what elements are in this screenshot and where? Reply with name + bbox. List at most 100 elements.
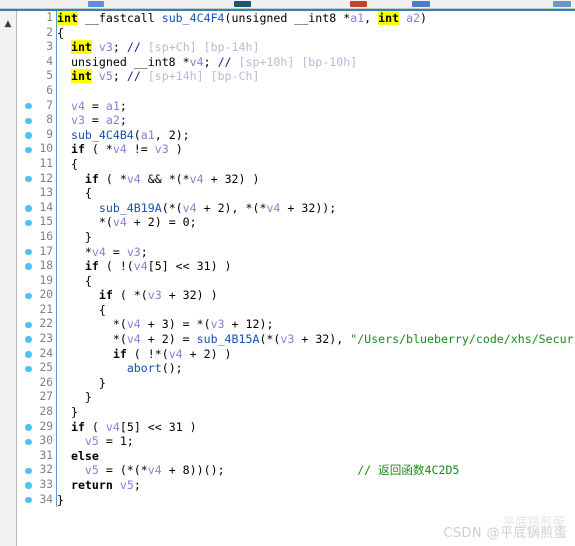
code-line[interactable]: 11 { (18, 156, 575, 172)
code-line-text[interactable]: int __fastcall sub_4C4F4(unsigned __int8… (57, 11, 427, 26)
line-number: 9 (46, 127, 53, 141)
code-line-text[interactable]: sub_4B19A(*(v4 + 2), *(*v4 + 32)); (57, 201, 336, 216)
code-line-text[interactable]: *(v4 + 2) = sub_4B15A(*(v3 + 32), "/User… (57, 332, 575, 347)
line-number: 29 (39, 419, 53, 433)
code-line[interactable]: 17 *v4 = v3; (18, 244, 575, 260)
code-line[interactable]: 7 v4 = a1; (18, 98, 575, 114)
code-line[interactable]: 26 } (18, 375, 575, 391)
navigate-icon[interactable] (234, 1, 251, 7)
code-line[interactable]: 30 v5 = 1; (18, 434, 575, 449)
line-number: 6 (46, 83, 53, 97)
line-number: 1 (46, 11, 53, 24)
window-icon[interactable] (412, 1, 430, 7)
code-line-text[interactable]: int v3; // [sp+Ch] [bp-14h] (57, 40, 259, 55)
code-line[interactable]: 6 (18, 83, 575, 99)
code-line-text[interactable]: abort(); (57, 361, 183, 376)
code-editor[interactable]: 1 int __fastcall sub_4C4F4(unsigned __int… (18, 11, 575, 546)
code-line[interactable]: 18 if ( !(v4[5] << 31) ) (18, 259, 575, 274)
line-number: 8 (46, 113, 53, 127)
code-line[interactable]: 20 if ( *(v3 + 32) ) (18, 288, 575, 303)
line-number: 10 (39, 142, 53, 156)
code-line[interactable]: 4 unsigned __int8 *v4; // [sp+10h] [bp-1… (18, 54, 575, 70)
code-line-text[interactable]: } (57, 230, 92, 245)
toolbar-strip (0, 0, 575, 9)
code-line-text[interactable]: v5 = (*(*v4 + 8))(); // 返回函数4C2D5 (57, 463, 459, 478)
code-line[interactable]: 8 v3 = a2; (18, 113, 575, 128)
line-number: 24 (39, 346, 53, 360)
code-line-text[interactable]: v5 = 1; (57, 434, 134, 449)
code-line[interactable]: 28 } (18, 405, 575, 420)
code-line-text[interactable]: } (57, 390, 92, 405)
line-number: 4 (46, 54, 53, 68)
code-line[interactable]: 10 if ( *v4 != v3 ) (18, 142, 575, 157)
code-line-text[interactable]: { (57, 303, 106, 318)
code-line-text[interactable]: if ( v4[5] << 31 ) (57, 420, 197, 435)
code-line[interactable]: 13 { (18, 186, 575, 201)
code-line[interactable]: 24 if ( !*(v4 + 2) ) (18, 346, 575, 362)
pseudocode-window: ▲ 1 int __fastcall sub_4C4F4(unsigned __i… (0, 0, 575, 546)
line-number: 5 (46, 69, 53, 83)
code-line-text[interactable]: if ( !*(v4 + 2) ) (57, 347, 232, 362)
stop-icon[interactable] (350, 1, 367, 7)
chevron-up-icon[interactable]: ▲ (3, 19, 13, 29)
code-line-text[interactable]: v4 = a1; (57, 99, 127, 114)
code-line[interactable]: 5 int v5; // [sp+14h] [bp-Ch] (18, 69, 575, 84)
line-number: 27 (39, 390, 53, 404)
code-line[interactable]: 33 return v5; (18, 478, 575, 493)
line-number: 26 (39, 375, 53, 389)
line-number: 31 (39, 448, 53, 462)
code-line[interactable]: 15 *(v4 + 2) = 0; (18, 215, 575, 230)
code-line-text[interactable]: int v5; // [sp+14h] [bp-Ch] (57, 69, 259, 84)
code-line-text[interactable]: if ( *v4 != v3 ) (57, 142, 183, 157)
code-line[interactable]: 21 { (18, 302, 575, 318)
code-line-text[interactable]: v3 = a2; (57, 113, 127, 128)
code-line-text[interactable]: if ( *v4 && *(*v4 + 32) ) (57, 172, 260, 187)
code-line[interactable]: 19 { (18, 273, 575, 289)
code-line[interactable]: 22 *(v4 + 3) = *(v3 + 12); (18, 317, 575, 333)
code-line-text[interactable]: else (57, 449, 99, 464)
code-line-text[interactable]: { (57, 274, 92, 289)
line-number: 30 (39, 434, 53, 448)
code-line-text[interactable]: { (57, 186, 92, 201)
code-line[interactable]: 16 } (18, 229, 575, 245)
code-line-text[interactable]: *(v4 + 2) = 0; (57, 215, 197, 230)
code-line-text[interactable]: unsigned __int8 *v4; // [sp+10h] [bp-10h… (57, 55, 357, 70)
code-line[interactable]: 34} (18, 492, 575, 508)
left-nav-strip[interactable]: ▲ (0, 11, 17, 546)
code-line[interactable]: 3 int v3; // [sp+Ch] [bp-14h] (18, 40, 575, 55)
code-lines-container[interactable]: 1 int __fastcall sub_4C4F4(unsigned __int… (18, 11, 575, 546)
line-number: 25 (39, 361, 53, 375)
line-number: 13 (39, 186, 53, 200)
code-line-text[interactable]: sub_4C4B4(a1, 2); (57, 128, 190, 143)
code-line-text[interactable]: { (57, 26, 64, 41)
grid-icon[interactable] (553, 1, 571, 7)
line-number: 22 (39, 317, 53, 331)
line-number: 20 (39, 288, 53, 302)
code-line-text[interactable]: *v4 = v3; (57, 245, 148, 260)
document-icon[interactable] (88, 1, 104, 7)
code-line-text[interactable]: if ( !(v4[5] << 31) ) (57, 259, 232, 274)
code-line[interactable]: 29 if ( v4[5] << 31 ) (18, 419, 575, 435)
line-number: 16 (39, 229, 53, 243)
code-line[interactable]: 31 else (18, 448, 575, 464)
code-line-text[interactable]: return v5; (57, 478, 141, 493)
code-line[interactable]: 32 v5 = (*(*v4 + 8))(); // 返回函数4C2D5 (18, 463, 575, 478)
code-line[interactable]: 27 } (18, 390, 575, 406)
code-line[interactable]: 1 int __fastcall sub_4C4F4(unsigned __int… (18, 11, 575, 26)
code-line-text[interactable]: { (57, 157, 78, 172)
code-line-text[interactable]: } (57, 376, 106, 391)
code-line[interactable]: 12 if ( *v4 && *(*v4 + 32) ) (18, 171, 575, 187)
code-line[interactable]: 23 *(v4 + 2) = sub_4B15A(*(v3 + 32), "/U… (18, 332, 575, 347)
code-line[interactable]: 9 sub_4C4B4(a1, 2); (18, 127, 575, 143)
code-line-text[interactable]: } (57, 493, 64, 508)
line-number: 17 (39, 244, 53, 258)
code-line-text[interactable]: if ( *(v3 + 32) ) (57, 288, 218, 303)
code-line[interactable]: 25 abort(); (18, 361, 575, 376)
code-line-text[interactable]: *(v4 + 3) = *(v3 + 12); (57, 317, 274, 332)
code-line[interactable]: 2{ (18, 25, 575, 41)
line-number: 3 (46, 40, 53, 54)
code-line[interactable]: 14 sub_4B19A(*(v4 + 2), *(*v4 + 32)); (18, 200, 575, 216)
code-line-text[interactable]: } (57, 405, 78, 420)
line-number: 15 (39, 215, 53, 229)
line-number: 7 (46, 98, 53, 112)
